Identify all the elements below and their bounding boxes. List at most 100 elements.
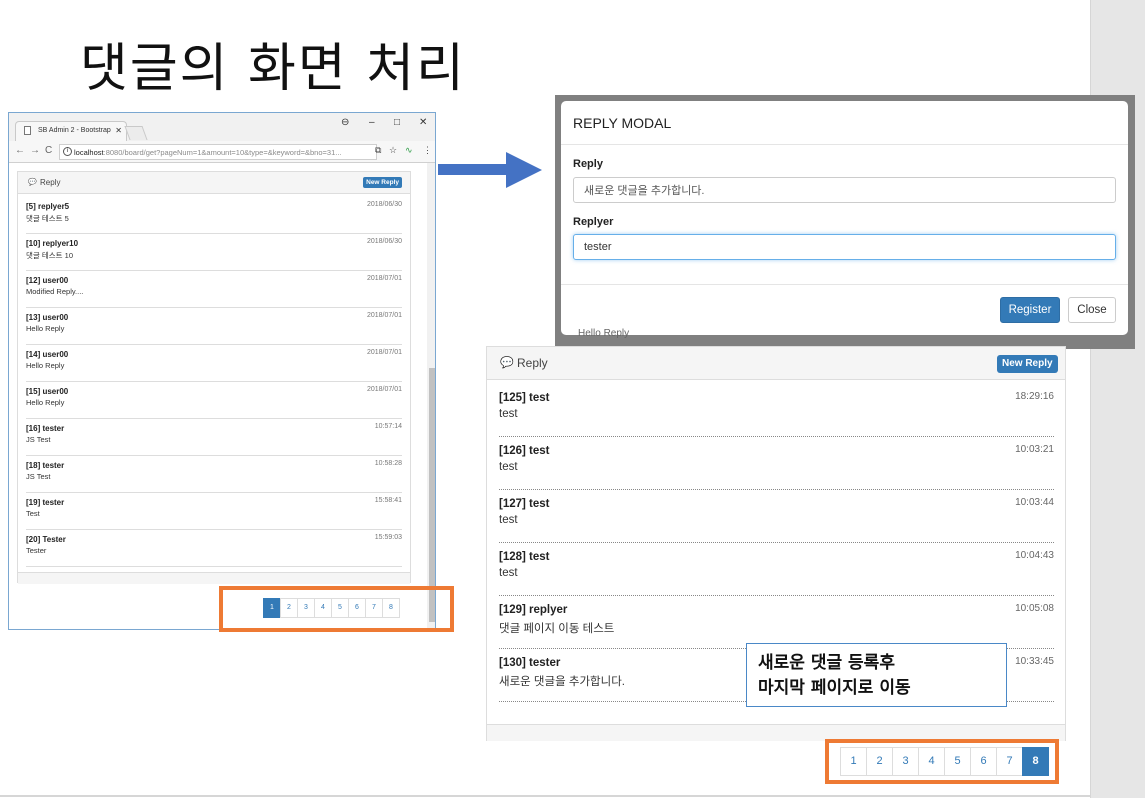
- document-icon: [24, 126, 31, 135]
- note-line-2: 마지막 페이지로 이동: [758, 678, 911, 698]
- reply-date: 2018/06/30: [366, 201, 402, 208]
- minimize-icon[interactable]: –: [369, 117, 375, 128]
- reply-date: 2018/07/01: [366, 312, 402, 319]
- reply-text: 댓글 페이지 이동 테스트: [499, 623, 615, 635]
- url-path: :8080/board/get?pageNum=1&amount=10&type…: [103, 148, 342, 157]
- panel-heading: 💬 Reply New Reply: [18, 172, 410, 194]
- reply-row[interactable]: [18] tester 10:58:28 JS Test: [26, 456, 402, 493]
- reply-header: [14] user00: [26, 350, 69, 359]
- reply-header: [128] test: [499, 551, 550, 563]
- info-icon[interactable]: i: [63, 147, 72, 156]
- annotation-note: 새로운 댓글 등록후 마지막 페이지로 이동: [746, 643, 1007, 707]
- reply-row[interactable]: [127] test 10:03:44 test: [499, 490, 1054, 543]
- reply-row[interactable]: [5] replyer5 2018/06/30 댓글 테스트 5: [26, 197, 402, 234]
- tab-title: SB Admin 2 - Bootstrap: [38, 127, 111, 134]
- modal-title: REPLY MODAL: [573, 115, 672, 131]
- reply-header: [127] test: [499, 498, 550, 510]
- reply-row[interactable]: [19] tester 15:58:41 Test: [26, 493, 402, 530]
- reply-date: 10:03:21: [1015, 444, 1054, 455]
- reply-row[interactable]: [20] Tester 15:59:03 Tester: [26, 530, 402, 567]
- reply-panel-small: 💬 Reply New Reply [5] replyer5 2018/06/3…: [17, 171, 411, 584]
- reply-header: [18] tester: [26, 461, 65, 470]
- reply-text: Modified Reply....: [26, 287, 84, 296]
- extension-icon[interactable]: ∿: [405, 145, 413, 156]
- reply-date: 15:59:03: [374, 534, 402, 541]
- reload-icon[interactable]: C: [45, 145, 52, 156]
- reply-date: 15:58:41: [374, 497, 402, 504]
- reply-date: 10:03:44: [1015, 497, 1054, 508]
- browser-content: 💬 Reply New Reply [5] replyer5 2018/06/3…: [9, 163, 427, 629]
- reply-row[interactable]: [129] replyer 10:05:08 댓글 페이지 이동 테스트: [499, 596, 1054, 649]
- reply-text: test: [499, 514, 518, 526]
- reply-date: 2018/07/01: [366, 349, 402, 356]
- reply-date: 18:29:16: [1015, 391, 1054, 402]
- reply-label: Reply: [573, 158, 603, 170]
- reply-date: 10:05:08: [1015, 603, 1054, 614]
- replyer-input[interactable]: [573, 234, 1116, 260]
- reply-date: 10:33:45: [1015, 656, 1054, 667]
- reply-header: [13] user00: [26, 313, 69, 322]
- reply-date: 10:04:43: [1015, 550, 1054, 561]
- reply-row[interactable]: [16] tester 10:57:14 JS Test: [26, 419, 402, 456]
- star-icon[interactable]: ☆: [389, 145, 397, 156]
- reply-row[interactable]: [14] user00 2018/07/01 Hello Reply: [26, 345, 402, 382]
- panel-title: Reply: [517, 356, 548, 370]
- highlight-box-pager-large: [825, 739, 1059, 784]
- forward-icon[interactable]: →: [30, 145, 40, 156]
- reply-text: test: [499, 567, 518, 579]
- reply-text: Tester: [26, 546, 47, 555]
- reply-header: [10] replyer10: [26, 239, 79, 248]
- close-icon[interactable]: ✕: [115, 126, 122, 135]
- new-reply-button[interactable]: New Reply: [363, 177, 402, 188]
- reply-row[interactable]: [128] test 10:04:43 test: [499, 543, 1054, 596]
- browser-tab[interactable]: SB Admin 2 - Bootstrap ✕: [15, 121, 127, 141]
- reply-row[interactable]: [10] replyer10 2018/06/30 댓글 테스트 10: [26, 234, 402, 271]
- reply-text: 댓글 테스트 5: [26, 214, 69, 223]
- reply-header: [126] test: [499, 445, 550, 457]
- account-icon[interactable]: ⊖: [341, 117, 349, 128]
- note-line-1: 새로운 댓글 등록후: [758, 653, 895, 673]
- reply-date: 2018/07/01: [366, 275, 402, 282]
- reply-row[interactable]: [125] test 18:29:16 test: [499, 384, 1054, 437]
- scrollbar-thumb[interactable]: [429, 368, 435, 622]
- menu-icon[interactable]: ⋮: [423, 145, 432, 156]
- reply-header: [130] tester: [499, 657, 561, 669]
- reply-header: [125] test: [499, 392, 550, 404]
- new-tab-button[interactable]: [124, 126, 148, 140]
- reply-input[interactable]: [573, 177, 1116, 203]
- panel-title: Reply: [40, 178, 61, 187]
- reply-text: 새로운 댓글을 추가합니다.: [499, 676, 625, 688]
- arrow-right-icon: [438, 152, 542, 188]
- comment-icon: 💬: [500, 357, 514, 369]
- reply-date: 10:57:14: [374, 423, 402, 430]
- url-bar[interactable]: i localhost:8080/board/get?pageNum=1&amo…: [59, 144, 377, 160]
- reply-modal: REPLY MODAL Reply Replyer Register Close: [561, 101, 1128, 335]
- new-reply-button[interactable]: New Reply: [997, 355, 1058, 373]
- reply-text: test: [499, 408, 518, 420]
- modal-divider: [561, 144, 1128, 145]
- maximize-icon[interactable]: □: [394, 117, 400, 128]
- reply-row[interactable]: [13] user00 2018/07/01 Hello Reply: [26, 308, 402, 345]
- browser-toolbar: ← → C i localhost:8080/board/get?pageNum…: [9, 141, 435, 163]
- register-button[interactable]: Register: [1000, 297, 1060, 323]
- comment-icon: 💬: [28, 179, 37, 186]
- replyer-label: Replyer: [573, 216, 614, 228]
- translate-icon[interactable]: ⧉: [375, 145, 381, 156]
- reply-header: [129] replyer: [499, 604, 568, 616]
- highlight-box-pager-small: [219, 586, 454, 632]
- close-window-icon[interactable]: ✕: [419, 117, 427, 128]
- reply-text: test: [499, 461, 518, 473]
- reply-date: 10:58:28: [374, 460, 402, 467]
- close-button[interactable]: Close: [1068, 297, 1116, 323]
- reply-header: [20] Tester: [26, 535, 66, 544]
- back-icon[interactable]: ←: [15, 145, 25, 156]
- reply-row[interactable]: [15] user00 2018/07/01 Hello Reply: [26, 382, 402, 419]
- reply-row[interactable]: [126] test 10:03:21 test: [499, 437, 1054, 490]
- reply-header: [5] replyer5: [26, 202, 70, 211]
- scrollbar[interactable]: [427, 163, 435, 629]
- browser-titlebar: SB Admin 2 - Bootstrap ✕ ⊖ – □ ✕: [9, 113, 435, 141]
- reply-text: JS Test: [26, 472, 51, 481]
- reply-row[interactable]: [12] user00 2018/07/01 Modified Reply...…: [26, 271, 402, 308]
- reply-text: Hello Reply: [26, 361, 65, 370]
- reply-text: Hello Reply: [26, 324, 65, 333]
